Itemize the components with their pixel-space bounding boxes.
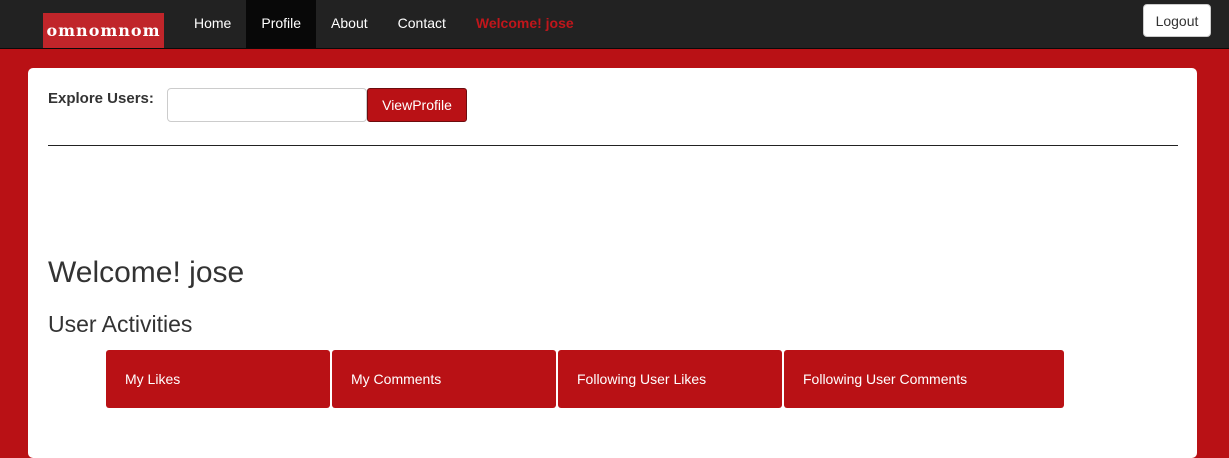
tab-following-user-comments[interactable]: Following User Comments	[784, 350, 1064, 408]
tab-following-user-likes[interactable]: Following User Likes	[558, 350, 782, 408]
tab-my-comments[interactable]: My Comments	[332, 350, 556, 408]
explore-users-input[interactable]	[167, 88, 367, 122]
divider	[48, 145, 1178, 146]
nav-welcome-user[interactable]: Welcome! jose	[461, 0, 589, 48]
tab-my-likes[interactable]: My Likes	[106, 350, 330, 408]
logout-button[interactable]: Logout	[1143, 4, 1211, 37]
explore-users-label: Explore Users:	[48, 90, 154, 107]
brand-logo[interactable]: omnomnom	[43, 13, 164, 48]
nav-item-about[interactable]: About	[316, 0, 383, 48]
main-nav: Home Profile About Contact Welcome! jose	[179, 0, 589, 48]
nav-item-contact[interactable]: Contact	[383, 0, 461, 48]
main-content-panel: Explore Users: ViewProfile Welcome! jose…	[28, 68, 1197, 458]
activity-tabs: My Likes My Comments Following User Like…	[106, 350, 1066, 408]
nav-item-home[interactable]: Home	[179, 0, 246, 48]
view-profile-button[interactable]: ViewProfile	[367, 88, 467, 122]
welcome-heading: Welcome! jose	[48, 256, 245, 289]
nav-item-profile[interactable]: Profile	[246, 0, 317, 48]
top-navbar: omnomnom Home Profile About Contact Welc…	[0, 0, 1229, 49]
user-activities-heading: User Activities	[48, 311, 193, 337]
